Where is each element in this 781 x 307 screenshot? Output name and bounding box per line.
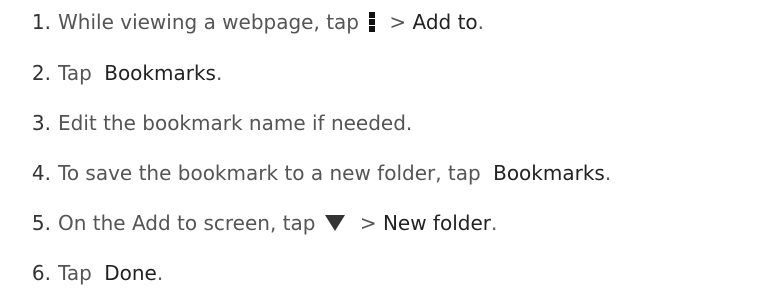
step-6: 6. Tap Done . <box>0 257 163 289</box>
step-4: 4. To save the bookmark to a new folder,… <box>0 157 611 189</box>
step-number: 2. <box>31 61 51 85</box>
step-number: 6. <box>31 261 51 285</box>
menu-icon <box>369 12 375 32</box>
step-period: . <box>491 211 498 235</box>
step-period: . <box>604 161 612 185</box>
step-period: . <box>156 261 164 285</box>
step-action: Bookmarks <box>493 161 605 185</box>
step-text: On the Add to screen, tap <box>58 211 316 235</box>
step-action: Add to <box>412 10 478 34</box>
step-text: Edit the bookmark name if needed. <box>58 111 413 135</box>
step-number: 3. <box>31 111 51 135</box>
step-number: 1. <box>31 10 51 34</box>
step-text: Tap <box>58 261 99 285</box>
step-action: Done <box>104 261 157 285</box>
step-period: . <box>477 10 484 34</box>
step-5: 5. On the Add to screen, tap > New folde… <box>0 207 497 239</box>
step-period: . <box>215 61 223 85</box>
step-text: While viewing a webpage, tap <box>58 10 359 34</box>
instruction-list: 1. While viewing a webpage, tap > Add to… <box>0 0 781 307</box>
step-text: Tap <box>58 61 99 85</box>
step-separator: > <box>383 10 413 34</box>
step-number: 5. <box>31 211 51 235</box>
step-number: 4. <box>31 161 51 185</box>
step-1: 1. While viewing a webpage, tap > Add to… <box>0 6 484 38</box>
step-2: 2. Tap Bookmarks . <box>0 57 222 89</box>
step-text: To save the bookmark to a new folder, ta… <box>58 161 488 185</box>
step-action: Bookmarks <box>104 61 216 85</box>
step-action: New folder <box>382 211 491 235</box>
step-3: 3. Edit the bookmark name if needed. <box>0 107 412 139</box>
dropdown-triangle-icon <box>325 215 346 231</box>
step-separator: > <box>353 211 383 235</box>
